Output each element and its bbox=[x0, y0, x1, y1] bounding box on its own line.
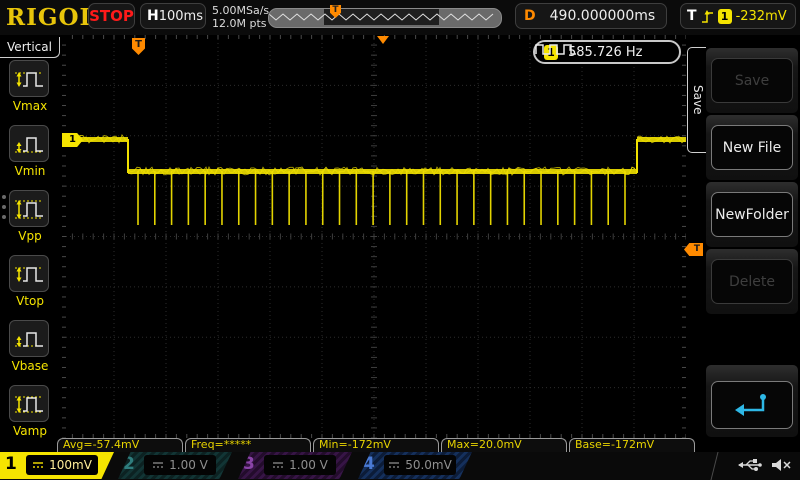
vpp-label: Vpp bbox=[9, 229, 51, 243]
memory-depth: 12.0M pts bbox=[212, 17, 269, 30]
channel-4-number: 4 bbox=[363, 454, 375, 474]
menu-page-dots bbox=[2, 195, 6, 219]
top-status-bar: RIGOL STOP H 100ms 5.00MSa/s 12.0M pts T… bbox=[0, 0, 800, 36]
freq-counter-value: 585.726 Hz bbox=[568, 45, 643, 60]
trigger-source-badge: 1 bbox=[718, 9, 732, 24]
system-status-icons bbox=[736, 457, 792, 473]
channel-2-status[interactable]: 2 1.00 V bbox=[118, 452, 232, 479]
dc-coupling-icon bbox=[272, 461, 284, 469]
menu-block: New File bbox=[706, 115, 798, 180]
channel-4-scale: 50.0mV bbox=[405, 458, 452, 472]
square-wave-icon bbox=[535, 42, 577, 56]
left-menu-title: Vertical bbox=[0, 37, 60, 58]
measurement-base[interactable]: Base=-172mV bbox=[569, 438, 695, 452]
vpp-icon bbox=[13, 194, 45, 224]
sample-rate: 5.00MSa/s bbox=[212, 4, 269, 17]
return-arrow-icon bbox=[732, 391, 772, 419]
horizontal-label: H bbox=[147, 8, 159, 24]
channel-status-bar: 1 100mV 2 1.00 V 3 1.00 V 4 50.0mV bbox=[0, 452, 800, 480]
horizontal-timebase-box[interactable]: H 100ms bbox=[140, 3, 206, 29]
back-button[interactable] bbox=[711, 381, 793, 429]
channel-2-scale: 1.00 V bbox=[169, 458, 208, 472]
menu-block: Save bbox=[706, 48, 798, 113]
preview-wave-icon bbox=[269, 9, 499, 25]
dc-coupling-icon bbox=[388, 461, 400, 469]
channel-3-number: 3 bbox=[243, 454, 255, 474]
channel-1-number: 1 bbox=[5, 454, 17, 474]
ch1-waveform bbox=[62, 35, 686, 438]
menu-block: Delete bbox=[706, 249, 798, 314]
measurement-results-bar: Avg=-57.4mV Freq=***** Min=-172mV Max=20… bbox=[0, 438, 800, 452]
menu-block bbox=[706, 365, 798, 437]
rising-edge-icon bbox=[701, 9, 714, 24]
vamp-icon bbox=[13, 389, 45, 419]
menu-block: NewFolder bbox=[706, 182, 798, 247]
new-file-button[interactable]: New File bbox=[711, 125, 793, 170]
measurement-min[interactable]: Min=-172mV bbox=[313, 438, 439, 452]
vbase-icon bbox=[13, 324, 45, 354]
timebase-value: 100ms bbox=[159, 9, 203, 24]
vmin-label: Vmin bbox=[9, 164, 51, 178]
channel-3-scale: 1.00 V bbox=[289, 458, 328, 472]
channel-2-number: 2 bbox=[123, 454, 135, 474]
delay-label: D bbox=[524, 8, 536, 24]
menu-tab-save: Save bbox=[687, 47, 706, 153]
right-function-menu: Save Save New File NewFolder Delete bbox=[686, 35, 800, 480]
new-folder-button[interactable]: NewFolder bbox=[711, 192, 793, 237]
oscilloscope-screen: RIGOL STOP H 100ms 5.00MSa/s 12.0M pts T… bbox=[0, 0, 800, 480]
waveform-position-preview[interactable] bbox=[268, 8, 502, 28]
save-button[interactable]: Save bbox=[711, 58, 793, 103]
delay-value: 490.000000ms bbox=[550, 8, 656, 24]
usb-icon bbox=[736, 458, 762, 472]
measurement-freq[interactable]: Freq=***** bbox=[185, 438, 311, 452]
channel-3-status[interactable]: 3 1.00 V bbox=[238, 452, 352, 479]
vmin-icon bbox=[13, 129, 45, 159]
status-divider bbox=[711, 452, 719, 480]
vtop-button[interactable]: Vtop bbox=[9, 255, 51, 308]
rigol-logo: RIGOL bbox=[6, 4, 97, 31]
center-reference-marker-icon bbox=[377, 36, 389, 44]
vmax-icon bbox=[13, 64, 45, 94]
left-measure-menu: Vertical Vmax Vmin Vpp Vtop Vbase Vamp bbox=[0, 35, 62, 480]
frequency-counter-badge: 1 585.726 Hz bbox=[533, 40, 681, 64]
measurement-avg[interactable]: Avg=-57.4mV bbox=[57, 438, 183, 452]
vtop-icon bbox=[13, 259, 45, 289]
delay-box[interactable]: D 490.000000ms bbox=[515, 3, 667, 29]
trigger-box[interactable]: T 1 -232mV bbox=[680, 3, 796, 29]
vpp-button[interactable]: Vpp bbox=[9, 190, 51, 243]
vmax-label: Vmax bbox=[9, 99, 51, 113]
dc-coupling-icon bbox=[32, 461, 44, 469]
vbase-button[interactable]: Vbase bbox=[9, 320, 51, 373]
channel-1-status[interactable]: 1 100mV bbox=[0, 452, 114, 479]
vamp-button[interactable]: Vamp bbox=[9, 385, 51, 438]
trigger-level-value: -232mV bbox=[736, 9, 787, 24]
vbase-label: Vbase bbox=[9, 359, 51, 373]
run-state-label: STOP bbox=[89, 7, 134, 25]
measurement-max[interactable]: Max=20.0mV bbox=[441, 438, 567, 452]
graticule-display: T T 1 1 585.726 Hz bbox=[62, 35, 686, 438]
channel-4-status[interactable]: 4 50.0mV bbox=[358, 452, 472, 479]
vmax-button[interactable]: Vmax bbox=[9, 60, 51, 113]
acquisition-info: 5.00MSa/s 12.0M pts bbox=[212, 4, 269, 30]
run-state-indicator: STOP bbox=[88, 3, 135, 29]
vmin-button[interactable]: Vmin bbox=[9, 125, 51, 178]
channel-1-scale: 100mV bbox=[49, 458, 92, 472]
vamp-label: Vamp bbox=[9, 424, 51, 438]
delete-button[interactable]: Delete bbox=[711, 259, 793, 304]
speaker-muted-icon bbox=[770, 457, 792, 473]
dc-coupling-icon bbox=[152, 461, 164, 469]
vtop-label: Vtop bbox=[9, 294, 51, 308]
trigger-label: T bbox=[687, 8, 697, 24]
